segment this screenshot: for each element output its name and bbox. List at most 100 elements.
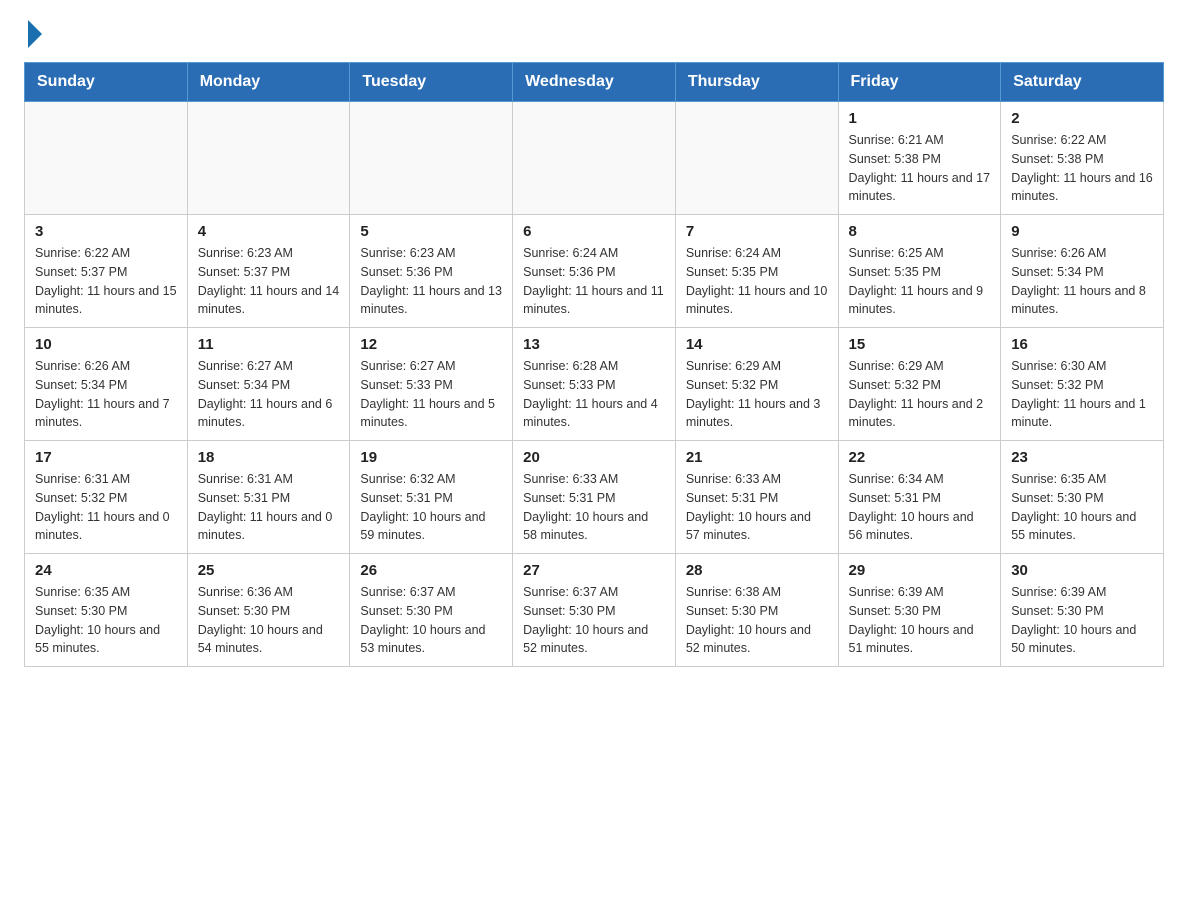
week-row-3: 10 Sunrise: 6:26 AMSunset: 5:34 PMDayligh… [25,328,1164,441]
calendar-cell [513,102,676,215]
day-number: 13 [523,336,665,353]
day-number: 4 [198,223,340,240]
day-number: 12 [360,336,502,353]
page-header [24,24,1164,42]
calendar-cell: 21 Sunrise: 6:33 AMSunset: 5:31 PMDayligh… [675,441,838,554]
calendar-cell: 29 Sunrise: 6:39 AMSunset: 5:30 PMDayligh… [838,554,1001,667]
day-info: Sunrise: 6:38 AMSunset: 5:30 PMDaylight:… [686,583,828,658]
calendar-cell: 20 Sunrise: 6:33 AMSunset: 5:31 PMDayligh… [513,441,676,554]
day-info: Sunrise: 6:23 AMSunset: 5:36 PMDaylight:… [360,244,502,319]
day-info: Sunrise: 6:37 AMSunset: 5:30 PMDaylight:… [523,583,665,658]
week-row-5: 24 Sunrise: 6:35 AMSunset: 5:30 PMDayligh… [25,554,1164,667]
day-number: 1 [849,110,991,127]
weekday-header-sunday: Sunday [25,63,188,102]
calendar-cell: 15 Sunrise: 6:29 AMSunset: 5:32 PMDayligh… [838,328,1001,441]
day-number: 5 [360,223,502,240]
day-info: Sunrise: 6:35 AMSunset: 5:30 PMDaylight:… [1011,470,1153,545]
day-number: 16 [1011,336,1153,353]
day-number: 7 [686,223,828,240]
logo [24,24,42,42]
calendar-cell: 7 Sunrise: 6:24 AMSunset: 5:35 PMDaylight… [675,215,838,328]
day-info: Sunrise: 6:36 AMSunset: 5:30 PMDaylight:… [198,583,340,658]
day-number: 23 [1011,449,1153,466]
calendar-cell: 17 Sunrise: 6:31 AMSunset: 5:32 PMDayligh… [25,441,188,554]
day-info: Sunrise: 6:39 AMSunset: 5:30 PMDaylight:… [1011,583,1153,658]
calendar-table: SundayMondayTuesdayWednesdayThursdayFrid… [24,62,1164,667]
week-row-1: 1 Sunrise: 6:21 AMSunset: 5:38 PMDaylight… [25,102,1164,215]
day-number: 6 [523,223,665,240]
day-info: Sunrise: 6:26 AMSunset: 5:34 PMDaylight:… [35,357,177,432]
calendar-cell: 9 Sunrise: 6:26 AMSunset: 5:34 PMDaylight… [1001,215,1164,328]
calendar-cell: 23 Sunrise: 6:35 AMSunset: 5:30 PMDayligh… [1001,441,1164,554]
day-number: 25 [198,562,340,579]
day-info: Sunrise: 6:22 AMSunset: 5:37 PMDaylight:… [35,244,177,319]
week-row-2: 3 Sunrise: 6:22 AMSunset: 5:37 PMDaylight… [25,215,1164,328]
day-info: Sunrise: 6:29 AMSunset: 5:32 PMDaylight:… [686,357,828,432]
day-info: Sunrise: 6:33 AMSunset: 5:31 PMDaylight:… [686,470,828,545]
calendar-cell: 3 Sunrise: 6:22 AMSunset: 5:37 PMDaylight… [25,215,188,328]
day-info: Sunrise: 6:33 AMSunset: 5:31 PMDaylight:… [523,470,665,545]
calendar-cell: 4 Sunrise: 6:23 AMSunset: 5:37 PMDaylight… [187,215,350,328]
day-number: 2 [1011,110,1153,127]
day-info: Sunrise: 6:27 AMSunset: 5:34 PMDaylight:… [198,357,340,432]
day-number: 18 [198,449,340,466]
day-info: Sunrise: 6:39 AMSunset: 5:30 PMDaylight:… [849,583,991,658]
calendar-cell: 30Sunrise: 6:39 AMSunset: 5:30 PMDayligh… [1001,554,1164,667]
calendar-cell: 11Sunrise: 6:27 AMSunset: 5:34 PMDayligh… [187,328,350,441]
calendar-cell [25,102,188,215]
day-number: 24 [35,562,177,579]
day-info: Sunrise: 6:22 AMSunset: 5:38 PMDaylight:… [1011,131,1153,206]
calendar-cell: 25 Sunrise: 6:36 AMSunset: 5:30 PMDayligh… [187,554,350,667]
day-info: Sunrise: 6:31 AMSunset: 5:32 PMDaylight:… [35,470,177,545]
calendar-cell: 12 Sunrise: 6:27 AMSunset: 5:33 PMDayligh… [350,328,513,441]
calendar-cell: 13 Sunrise: 6:28 AMSunset: 5:33 PMDayligh… [513,328,676,441]
day-number: 8 [849,223,991,240]
day-number: 15 [849,336,991,353]
day-number: 22 [849,449,991,466]
day-info: Sunrise: 6:23 AMSunset: 5:37 PMDaylight:… [198,244,340,319]
day-number: 3 [35,223,177,240]
weekday-header-monday: Monday [187,63,350,102]
calendar-cell: 6 Sunrise: 6:24 AMSunset: 5:36 PMDaylight… [513,215,676,328]
calendar-cell: 22 Sunrise: 6:34 AMSunset: 5:31 PMDayligh… [838,441,1001,554]
calendar-cell [350,102,513,215]
day-info: Sunrise: 6:32 AMSunset: 5:31 PMDaylight:… [360,470,502,545]
calendar-cell: 26Sunrise: 6:37 AMSunset: 5:30 PMDayligh… [350,554,513,667]
weekday-header-wednesday: Wednesday [513,63,676,102]
calendar-cell: 2 Sunrise: 6:22 AMSunset: 5:38 PMDaylight… [1001,102,1164,215]
calendar-cell: 28Sunrise: 6:38 AMSunset: 5:30 PMDayligh… [675,554,838,667]
calendar-cell: 8 Sunrise: 6:25 AMSunset: 5:35 PMDaylight… [838,215,1001,328]
calendar-cell [675,102,838,215]
day-info: Sunrise: 6:29 AMSunset: 5:32 PMDaylight:… [849,357,991,432]
day-number: 10 [35,336,177,353]
calendar-cell: 16 Sunrise: 6:30 AMSunset: 5:32 PMDayligh… [1001,328,1164,441]
weekday-header-tuesday: Tuesday [350,63,513,102]
calendar-cell: 14Sunrise: 6:29 AMSunset: 5:32 PMDayligh… [675,328,838,441]
day-number: 27 [523,562,665,579]
day-number: 20 [523,449,665,466]
day-number: 9 [1011,223,1153,240]
day-info: Sunrise: 6:27 AMSunset: 5:33 PMDaylight:… [360,357,502,432]
day-info: Sunrise: 6:30 AMSunset: 5:32 PMDaylight:… [1011,357,1153,432]
day-number: 17 [35,449,177,466]
day-info: Sunrise: 6:31 AMSunset: 5:31 PMDaylight:… [198,470,340,545]
day-info: Sunrise: 6:28 AMSunset: 5:33 PMDaylight:… [523,357,665,432]
day-info: Sunrise: 6:35 AMSunset: 5:30 PMDaylight:… [35,583,177,658]
weekday-header-thursday: Thursday [675,63,838,102]
calendar-cell: 19 Sunrise: 6:32 AMSunset: 5:31 PMDayligh… [350,441,513,554]
day-info: Sunrise: 6:24 AMSunset: 5:35 PMDaylight:… [686,244,828,319]
day-info: Sunrise: 6:37 AMSunset: 5:30 PMDaylight:… [360,583,502,658]
calendar-cell: 27 Sunrise: 6:37 AMSunset: 5:30 PMDayligh… [513,554,676,667]
day-info: Sunrise: 6:24 AMSunset: 5:36 PMDaylight:… [523,244,665,319]
logo-arrow-icon [28,20,42,48]
day-number: 29 [849,562,991,579]
calendar-cell [187,102,350,215]
day-number: 19 [360,449,502,466]
day-info: Sunrise: 6:21 AMSunset: 5:38 PMDaylight:… [849,131,991,206]
day-info: Sunrise: 6:25 AMSunset: 5:35 PMDaylight:… [849,244,991,319]
day-info: Sunrise: 6:34 AMSunset: 5:31 PMDaylight:… [849,470,991,545]
calendar-cell: 10 Sunrise: 6:26 AMSunset: 5:34 PMDayligh… [25,328,188,441]
day-number: 21 [686,449,828,466]
day-info: Sunrise: 6:26 AMSunset: 5:34 PMDaylight:… [1011,244,1153,319]
calendar-cell: 5 Sunrise: 6:23 AMSunset: 5:36 PMDaylight… [350,215,513,328]
